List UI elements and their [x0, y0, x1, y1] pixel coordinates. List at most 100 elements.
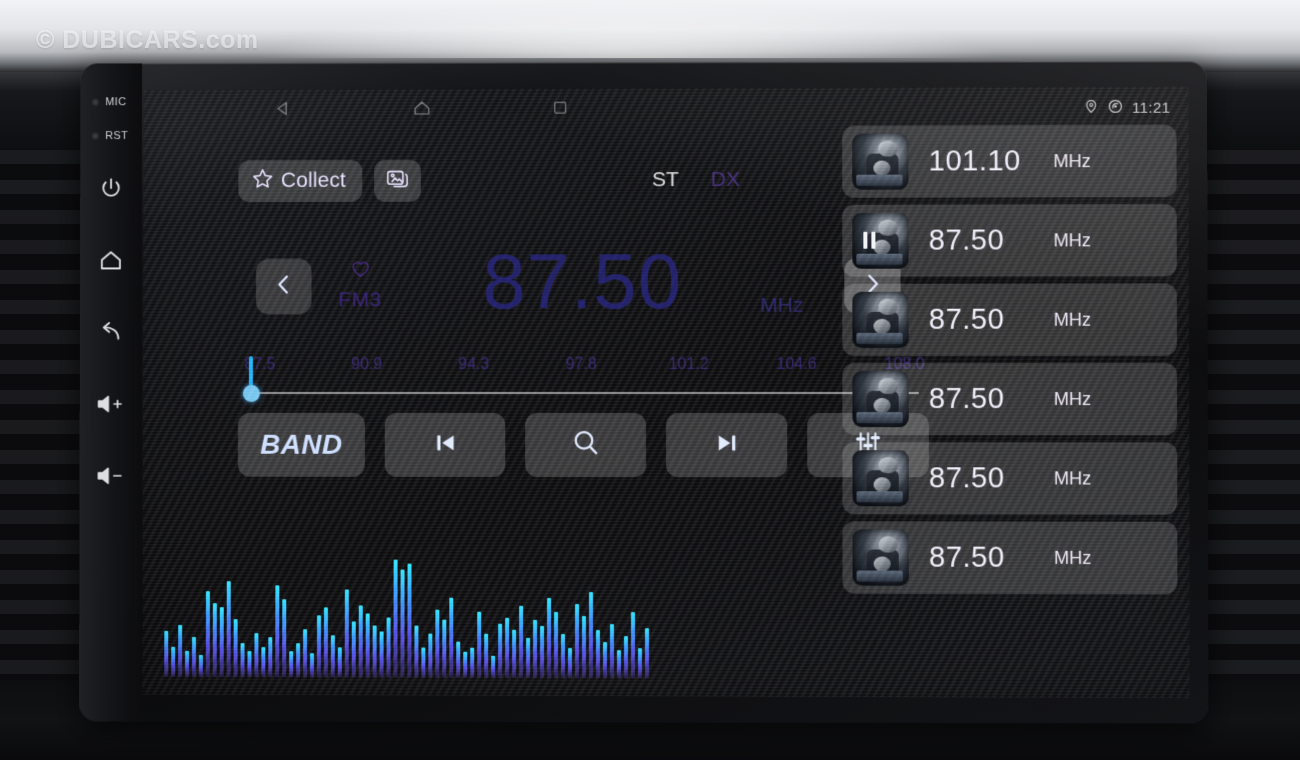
spectrum-bar [588, 592, 593, 679]
spectrum-bar [456, 641, 461, 678]
touchscreen-display[interactable]: 11:21 Collect ST DX FM3 87.50 MHz 87.5 9… [142, 86, 1190, 699]
preset-frequency: 87.50 [928, 303, 1005, 336]
preset-item[interactable]: 87.50 MHz [842, 283, 1177, 356]
scale-tick-label: 104.6 [776, 355, 817, 373]
collect-label: Collect [280, 168, 346, 193]
hardware-bezel-left: MIC RST [79, 63, 143, 722]
spectrum-bar [407, 563, 412, 678]
tuner-panel: FM3 87.50 MHz [238, 236, 917, 347]
volume-down-button[interactable] [80, 440, 142, 512]
power-button[interactable] [80, 153, 142, 225]
gallery-button[interactable] [373, 159, 421, 202]
preset-artwork-thumbnail [852, 450, 909, 507]
spectrum-bar [282, 599, 287, 678]
nav-back-button[interactable] [272, 97, 294, 124]
spectrum-bar [574, 603, 579, 679]
spectrum-bar [602, 642, 607, 679]
spectrum-bar [463, 651, 468, 678]
now-playing-indicator-icon [863, 231, 876, 249]
spectrum-bar [547, 597, 552, 678]
preset-frequency-unit: MHz [1053, 467, 1092, 489]
spectrum-bar [519, 605, 524, 678]
chevron-left-icon [270, 270, 298, 303]
nav-home-button[interactable] [411, 97, 433, 124]
frequency-scale-slider[interactable]: 87.5 90.9 94.3 97.8 101.2 104.6 108.0 [238, 356, 927, 406]
preset-frequency-unit: MHz [1053, 229, 1091, 250]
previous-station-button[interactable] [255, 258, 312, 315]
dashboard-vent-left [0, 150, 90, 710]
preset-frequency: 87.50 [928, 461, 1005, 494]
band-meta: FM3 [323, 258, 397, 312]
spectrum-bar [178, 624, 183, 677]
android-nav-buttons [144, 88, 700, 132]
mic-led-icon [91, 98, 100, 107]
volume-up-icon [96, 391, 126, 417]
home-button[interactable] [80, 225, 142, 297]
next-track-icon [712, 428, 742, 463]
band-button[interactable]: BAND [237, 412, 365, 477]
spectrum-bar [212, 603, 217, 677]
preset-artwork-thumbnail [852, 133, 909, 190]
back-button[interactable] [80, 296, 142, 368]
preset-frequency-unit: MHz [1053, 309, 1092, 330]
scale-track [247, 392, 919, 395]
preset-artwork-thumbnail [852, 291, 909, 348]
spectrum-bar [449, 597, 454, 678]
search-button[interactable] [525, 412, 647, 478]
spectrum-bar [540, 625, 545, 678]
frequency-display: 87.50 [482, 237, 683, 326]
hood-specular-shine [250, 0, 1010, 58]
spectrum-bar [233, 619, 238, 677]
preset-frequency-unit: MHz [1054, 547, 1092, 568]
spectrum-bar [330, 635, 335, 678]
status-tray: 11:21 [1084, 87, 1171, 129]
spectrum-bar [309, 653, 314, 678]
spectrum-bar [414, 625, 419, 678]
preset-item[interactable]: 87.50 MHz [842, 442, 1178, 515]
preset-item[interactable]: 87.50 MHz [842, 362, 1178, 436]
frequency-unit-label: MHz [760, 293, 804, 317]
spectrum-bar [254, 633, 259, 678]
spectrum-bar [191, 636, 196, 677]
spectrum-bar [526, 637, 531, 678]
scale-tick-label: 97.8 [565, 356, 597, 374]
scale-tick-label: 94.3 [458, 356, 490, 374]
preset-frequency-unit: MHz [1053, 150, 1091, 171]
spectrum-bar [226, 581, 231, 677]
scale-thumb-handle[interactable] [242, 385, 260, 402]
volume-up-button[interactable] [80, 368, 142, 440]
spectrum-bar [205, 591, 210, 677]
collect-button[interactable]: Collect [238, 159, 362, 203]
spectrum-bar [185, 650, 190, 677]
nav-recents-button[interactable] [550, 97, 570, 122]
spectrum-bar [581, 616, 586, 679]
seek-down-button[interactable] [384, 412, 506, 477]
reset-label: RST [105, 130, 129, 143]
spectrum-bar [491, 655, 496, 678]
watermark: © DUBICARS.com [36, 26, 259, 54]
spectrum-bar [247, 651, 252, 678]
search-icon [570, 427, 601, 463]
reset-indicator[interactable]: RST [80, 119, 142, 153]
preset-item[interactable]: 87.50 MHz [842, 521, 1178, 595]
reset-pinhole-icon[interactable] [91, 132, 100, 141]
distance-flag[interactable]: DX [711, 168, 740, 192]
spectrum-bar [442, 619, 447, 678]
spectrum-bar [261, 647, 266, 678]
spectrum-bar [630, 612, 635, 679]
volume-down-icon [95, 463, 125, 489]
preset-item[interactable]: 87.50 MHz [842, 204, 1177, 277]
stereo-flag[interactable]: ST [652, 168, 679, 192]
clock-time: 11:21 [1132, 99, 1171, 117]
seek-up-button[interactable] [666, 413, 788, 478]
preset-frequency-unit: MHz [1053, 388, 1092, 409]
heart-outline-icon[interactable] [349, 259, 372, 285]
preset-item[interactable]: 101.10 MHz [842, 124, 1177, 198]
spectrum-bar [637, 648, 642, 679]
spectrum-bar [372, 625, 377, 678]
spectrum-bar [498, 623, 503, 678]
scale-tick-label: 90.9 [351, 356, 383, 374]
power-icon [98, 176, 124, 202]
car-head-unit-chassis: MIC RST 11:21 Collect ST DX FM3 87.50 MH… [79, 61, 1209, 724]
back-arrow-icon [98, 319, 124, 345]
